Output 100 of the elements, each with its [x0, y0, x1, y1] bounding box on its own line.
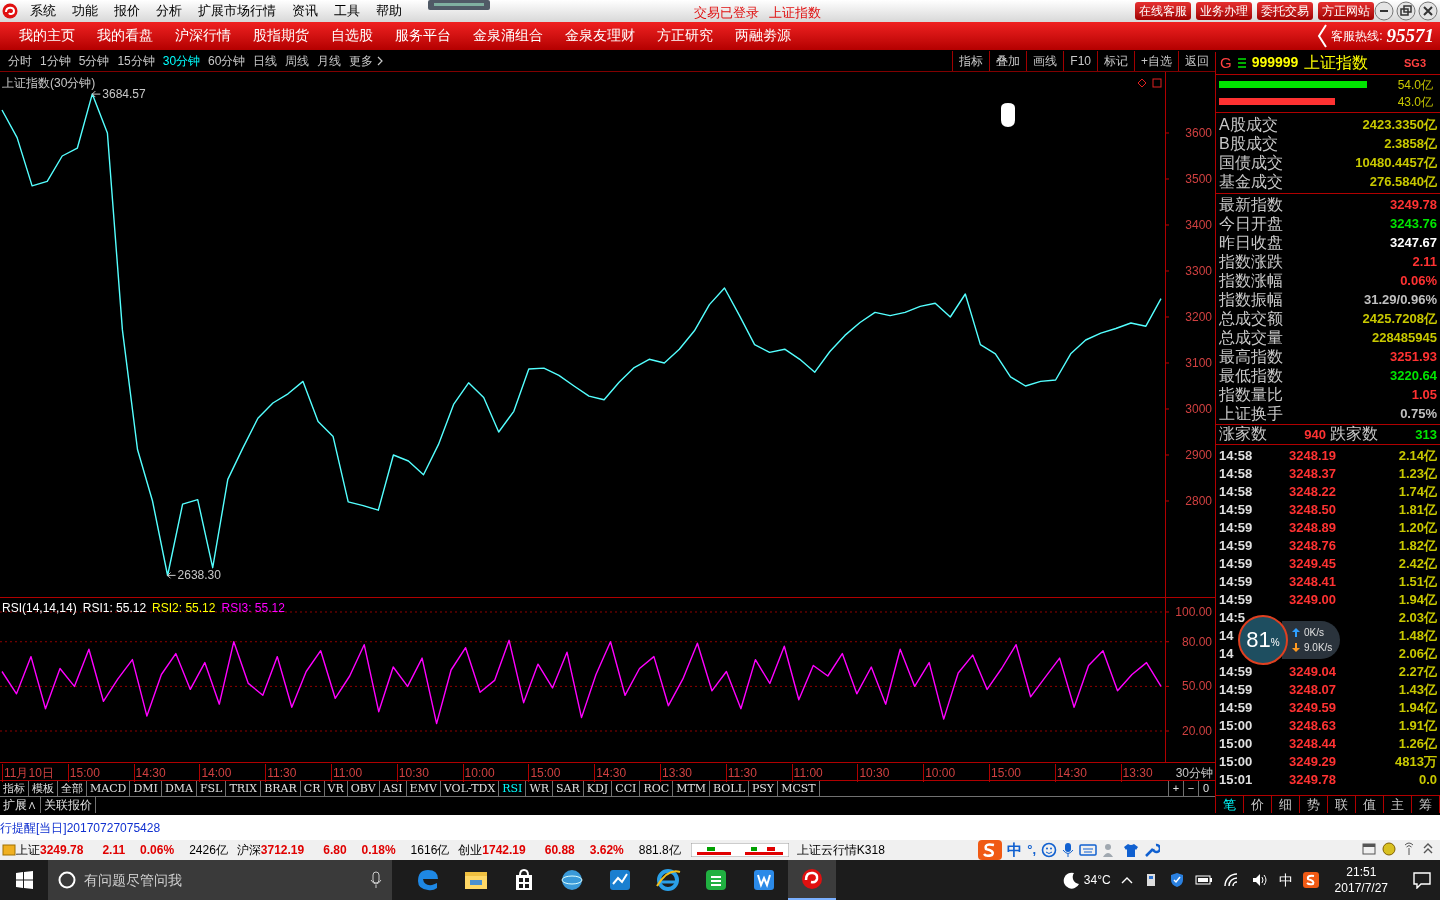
menu-item[interactable]: 分析: [148, 1, 190, 21]
diamond-icon: [1137, 77, 1147, 88]
chevron-up-icon[interactable]: [1120, 875, 1133, 885]
indicator-tab[interactable]: CR: [300, 780, 325, 796]
indicator-tab[interactable]: SAR: [553, 780, 584, 796]
indicator-tab[interactable]: 指标: [0, 780, 29, 796]
search-field[interactable]: 有问题尽管问我: [48, 860, 392, 900]
period-tab[interactable]: 更多: [345, 52, 388, 71]
nav-item[interactable]: 沪深行情: [164, 25, 242, 47]
indicator-tab[interactable]: CCI: [612, 780, 641, 796]
menu-item[interactable]: 功能: [64, 1, 106, 21]
indicator-tab[interactable]: ROC: [640, 780, 674, 796]
nav-item[interactable]: 服务平台: [384, 25, 462, 47]
indicator-tab[interactable]: DMI: [130, 780, 162, 796]
indicator-tab[interactable]: VOL-TDX: [440, 780, 500, 796]
close-button[interactable]: [1418, 1, 1438, 21]
period-tab[interactable]: 5分钟: [74, 52, 114, 71]
ime-punctuation[interactable]: °,: [1027, 840, 1036, 860]
indicator-tab[interactable]: MTM: [673, 780, 710, 796]
indicator-tab[interactable]: WR: [526, 780, 553, 796]
tool-button[interactable]: 返回: [1178, 51, 1215, 72]
status-link[interactable]: 交易已登录: [694, 3, 759, 23]
nav-item[interactable]: 我的主页: [8, 25, 86, 47]
indicator-tab[interactable]: MACD: [87, 780, 131, 796]
period-tab[interactable]: 月线: [313, 52, 346, 71]
menu-item[interactable]: 系统: [22, 1, 64, 21]
list-icon: [1237, 57, 1246, 68]
wrench-icon[interactable]: [1144, 842, 1160, 858]
nav-item[interactable]: 两融劵源: [724, 25, 802, 47]
indicator-tab[interactable]: OBV: [347, 780, 380, 796]
tool-button[interactable]: 叠加: [989, 51, 1027, 72]
tool-button[interactable]: F10: [1063, 51, 1097, 72]
ime-mode[interactable]: 中: [1007, 838, 1023, 862]
notification-icon[interactable]: [1412, 871, 1432, 889]
minimize-button[interactable]: [1374, 1, 1394, 21]
window-icon[interactable]: [1362, 842, 1376, 856]
clock[interactable]: 21:51 2017/7/27: [1334, 864, 1388, 896]
indicator-tab[interactable]: FSL: [196, 780, 227, 796]
menu-item[interactable]: 报价: [106, 1, 148, 21]
header-button[interactable]: 业务办理: [1196, 2, 1252, 20]
indicator-tab[interactable]: ASI: [379, 780, 407, 796]
period-tab[interactable]: 15分钟: [113, 52, 159, 71]
indicator-tab[interactable]: 模板: [29, 780, 58, 796]
indicator-tab[interactable]: PSY: [748, 780, 779, 796]
bottom-tab[interactable]: 关联报价: [41, 796, 96, 813]
indicator-tab[interactable]: EMV: [406, 780, 441, 796]
volume-icon[interactable]: [1250, 872, 1269, 888]
clock-time: 21:51: [1346, 864, 1377, 880]
period-tab[interactable]: 周线: [281, 52, 314, 71]
indicator-tab[interactable]: BRAR: [261, 780, 301, 796]
nav-item[interactable]: 方正研究: [646, 25, 724, 47]
nav-item[interactable]: 我的看盘: [86, 25, 164, 47]
tick-volume: 1.94亿: [1398, 699, 1437, 718]
tool-button[interactable]: +自选: [1134, 51, 1178, 72]
tool-button[interactable]: 指标: [952, 51, 990, 72]
nav-item[interactable]: 股指期货: [242, 25, 320, 47]
taskbar-app[interactable]: [788, 860, 836, 900]
control-button[interactable]: 0: [1198, 780, 1213, 796]
restore-button[interactable]: [1396, 1, 1416, 21]
indicator-tab[interactable]: VR: [324, 780, 348, 796]
microphone-icon[interactable]: [1062, 842, 1074, 858]
menu-item[interactable]: 工具: [326, 1, 368, 21]
smiley-icon[interactable]: [1041, 842, 1057, 858]
nav-item[interactable]: 金泉友理财: [554, 25, 646, 47]
input-method[interactable]: 中: [1278, 869, 1293, 891]
header-button[interactable]: 委托交易: [1257, 2, 1313, 20]
indicator-tab[interactable]: KDJ: [583, 780, 613, 796]
tool-button[interactable]: 标记: [1097, 51, 1134, 72]
period-tab[interactable]: 1分钟: [36, 52, 75, 71]
header-button[interactable]: 方正网站: [1318, 2, 1374, 20]
stat-value: 3243.76: [1390, 214, 1437, 233]
antenna-icon[interactable]: [1402, 842, 1416, 856]
control-button[interactable]: −: [1183, 780, 1198, 796]
period-tab[interactable]: 60分钟: [204, 52, 250, 71]
ime-logo-icon[interactable]: [1302, 872, 1319, 888]
indicator-tab[interactable]: 全部: [58, 780, 87, 796]
indicator-tab[interactable]: TRIX: [226, 780, 262, 796]
indicator-tab[interactable]: MCST: [778, 780, 820, 796]
indicator-tab[interactable]: DMA: [161, 780, 197, 796]
period-tab[interactable]: 分时: [4, 52, 36, 71]
indicator-tab[interactable]: BOLL: [710, 780, 749, 796]
expand-icon[interactable]: [1422, 842, 1434, 856]
indicator-tab[interactable]: RSI: [499, 780, 527, 796]
bottom-tab[interactable]: 扩展∧: [0, 796, 41, 813]
battery-icon[interactable]: [1194, 873, 1213, 887]
nav-item[interactable]: 自选股: [320, 25, 384, 47]
shirt-icon[interactable]: [1123, 842, 1139, 858]
shield-icon[interactable]: [1168, 872, 1185, 888]
nav-item[interactable]: 金泉涌组合: [462, 25, 554, 47]
menu-item[interactable]: 帮助: [368, 1, 410, 21]
period-tab[interactable]: 30分钟: [158, 52, 205, 71]
coin-icon[interactable]: [1382, 842, 1396, 856]
menu-item[interactable]: 资讯: [284, 1, 326, 21]
period-tab[interactable]: 日线: [249, 52, 282, 71]
menu-item[interactable]: 扩展市场行情: [190, 1, 284, 21]
header-button[interactable]: 在线客服: [1135, 2, 1191, 20]
control-button[interactable]: +: [1168, 780, 1183, 796]
tool-button[interactable]: 画线: [1026, 51, 1064, 72]
status-link[interactable]: 上证指数: [769, 3, 821, 23]
keyboard-icon[interactable]: [1079, 843, 1097, 857]
